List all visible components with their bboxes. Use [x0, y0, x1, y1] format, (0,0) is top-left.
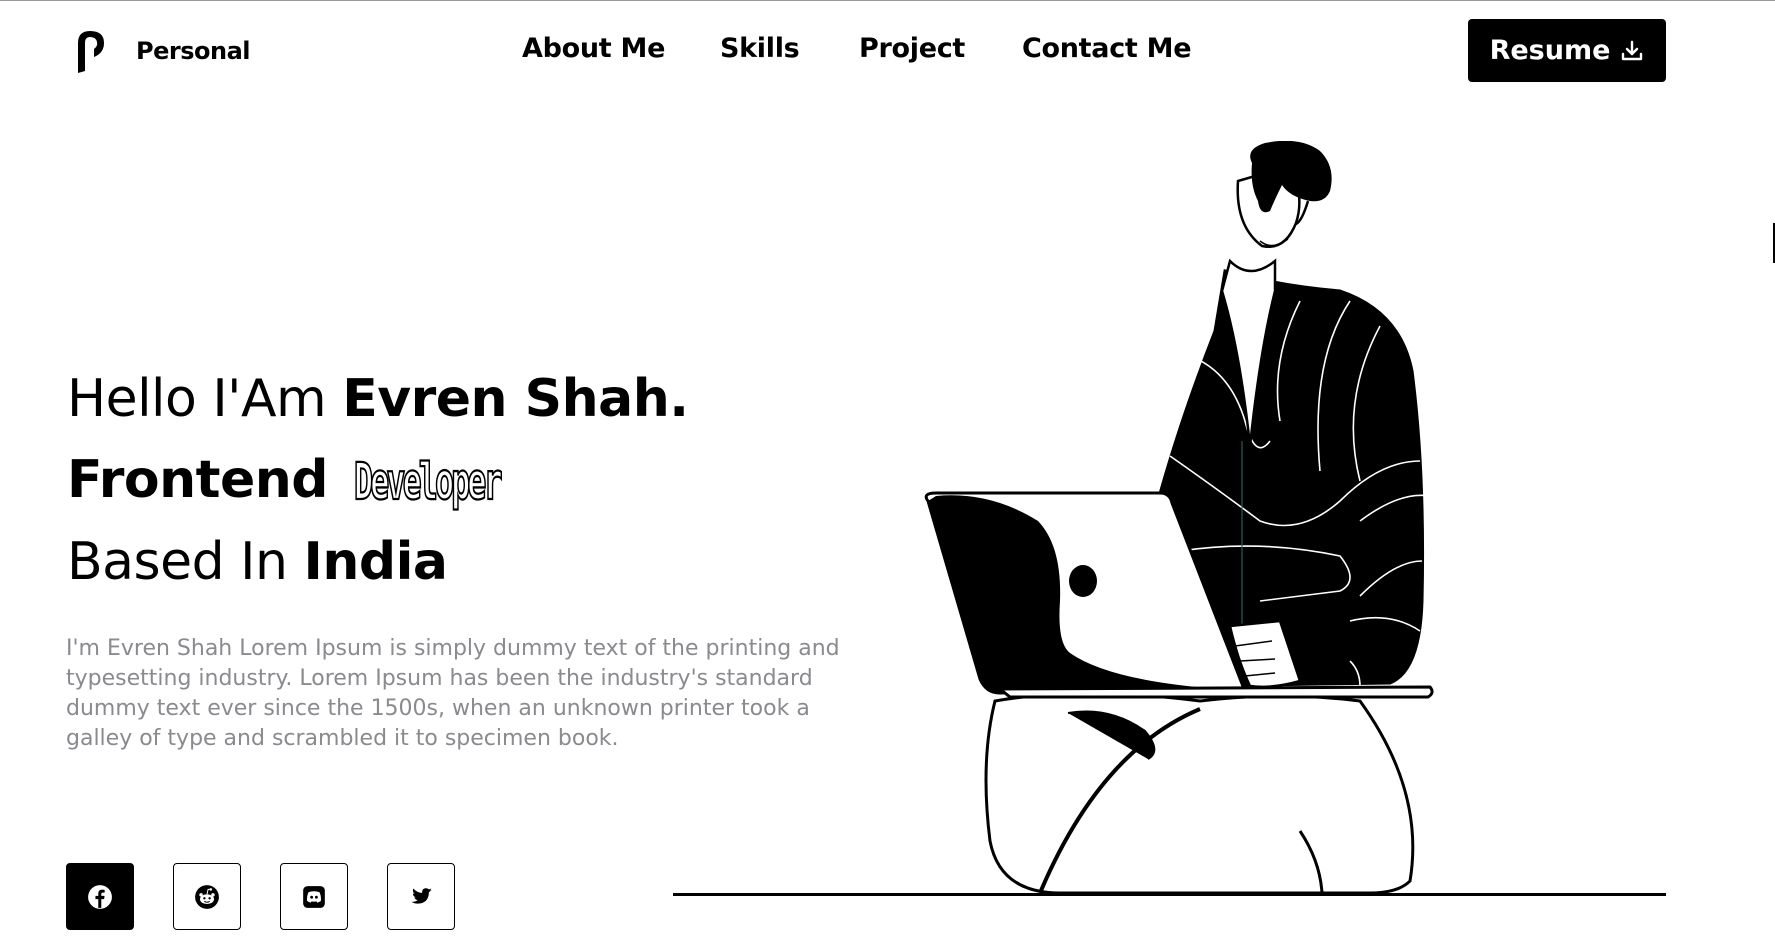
hero-role-outline: Developer	[353, 453, 503, 512]
facebook-button[interactable]	[66, 863, 134, 930]
hero-location-country: India	[303, 532, 448, 592]
facebook-icon	[88, 884, 112, 909]
logo-text: Personal	[136, 37, 250, 65]
twitter-icon	[411, 887, 432, 904]
hero-greeting-prefix: Hello I'Am	[67, 369, 343, 429]
download-icon	[1622, 40, 1643, 60]
resume-label: Resume	[1489, 35, 1611, 66]
hero-role-bold: Frontend	[67, 450, 346, 510]
nav-project[interactable]: Project	[859, 33, 965, 64]
logo[interactable]: Personal	[74, 27, 250, 75]
hero-name: Evren Shah.	[342, 369, 689, 429]
nav-skills[interactable]: Skills	[720, 33, 800, 64]
nav-contact-me[interactable]: Contact Me	[1022, 33, 1192, 64]
developer-illustration	[924, 141, 1434, 895]
twitter-button[interactable]	[387, 863, 455, 930]
discord-icon	[303, 885, 325, 908]
hero-greeting: Hello I'Am Evren Shah.	[67, 373, 689, 425]
discord-button[interactable]	[280, 863, 348, 930]
hero-location: Based In India	[67, 536, 448, 588]
hero-location-prefix: Based In	[67, 532, 304, 592]
reddit-button[interactable]	[173, 863, 241, 930]
hero-role: Frontend Developer	[67, 453, 556, 512]
logo-mark-icon	[78, 31, 104, 73]
resume-button[interactable]: Resume	[1468, 19, 1666, 82]
reddit-icon	[195, 884, 219, 909]
nav-about-me[interactable]: About Me	[522, 33, 665, 64]
ground-line	[673, 893, 1666, 896]
